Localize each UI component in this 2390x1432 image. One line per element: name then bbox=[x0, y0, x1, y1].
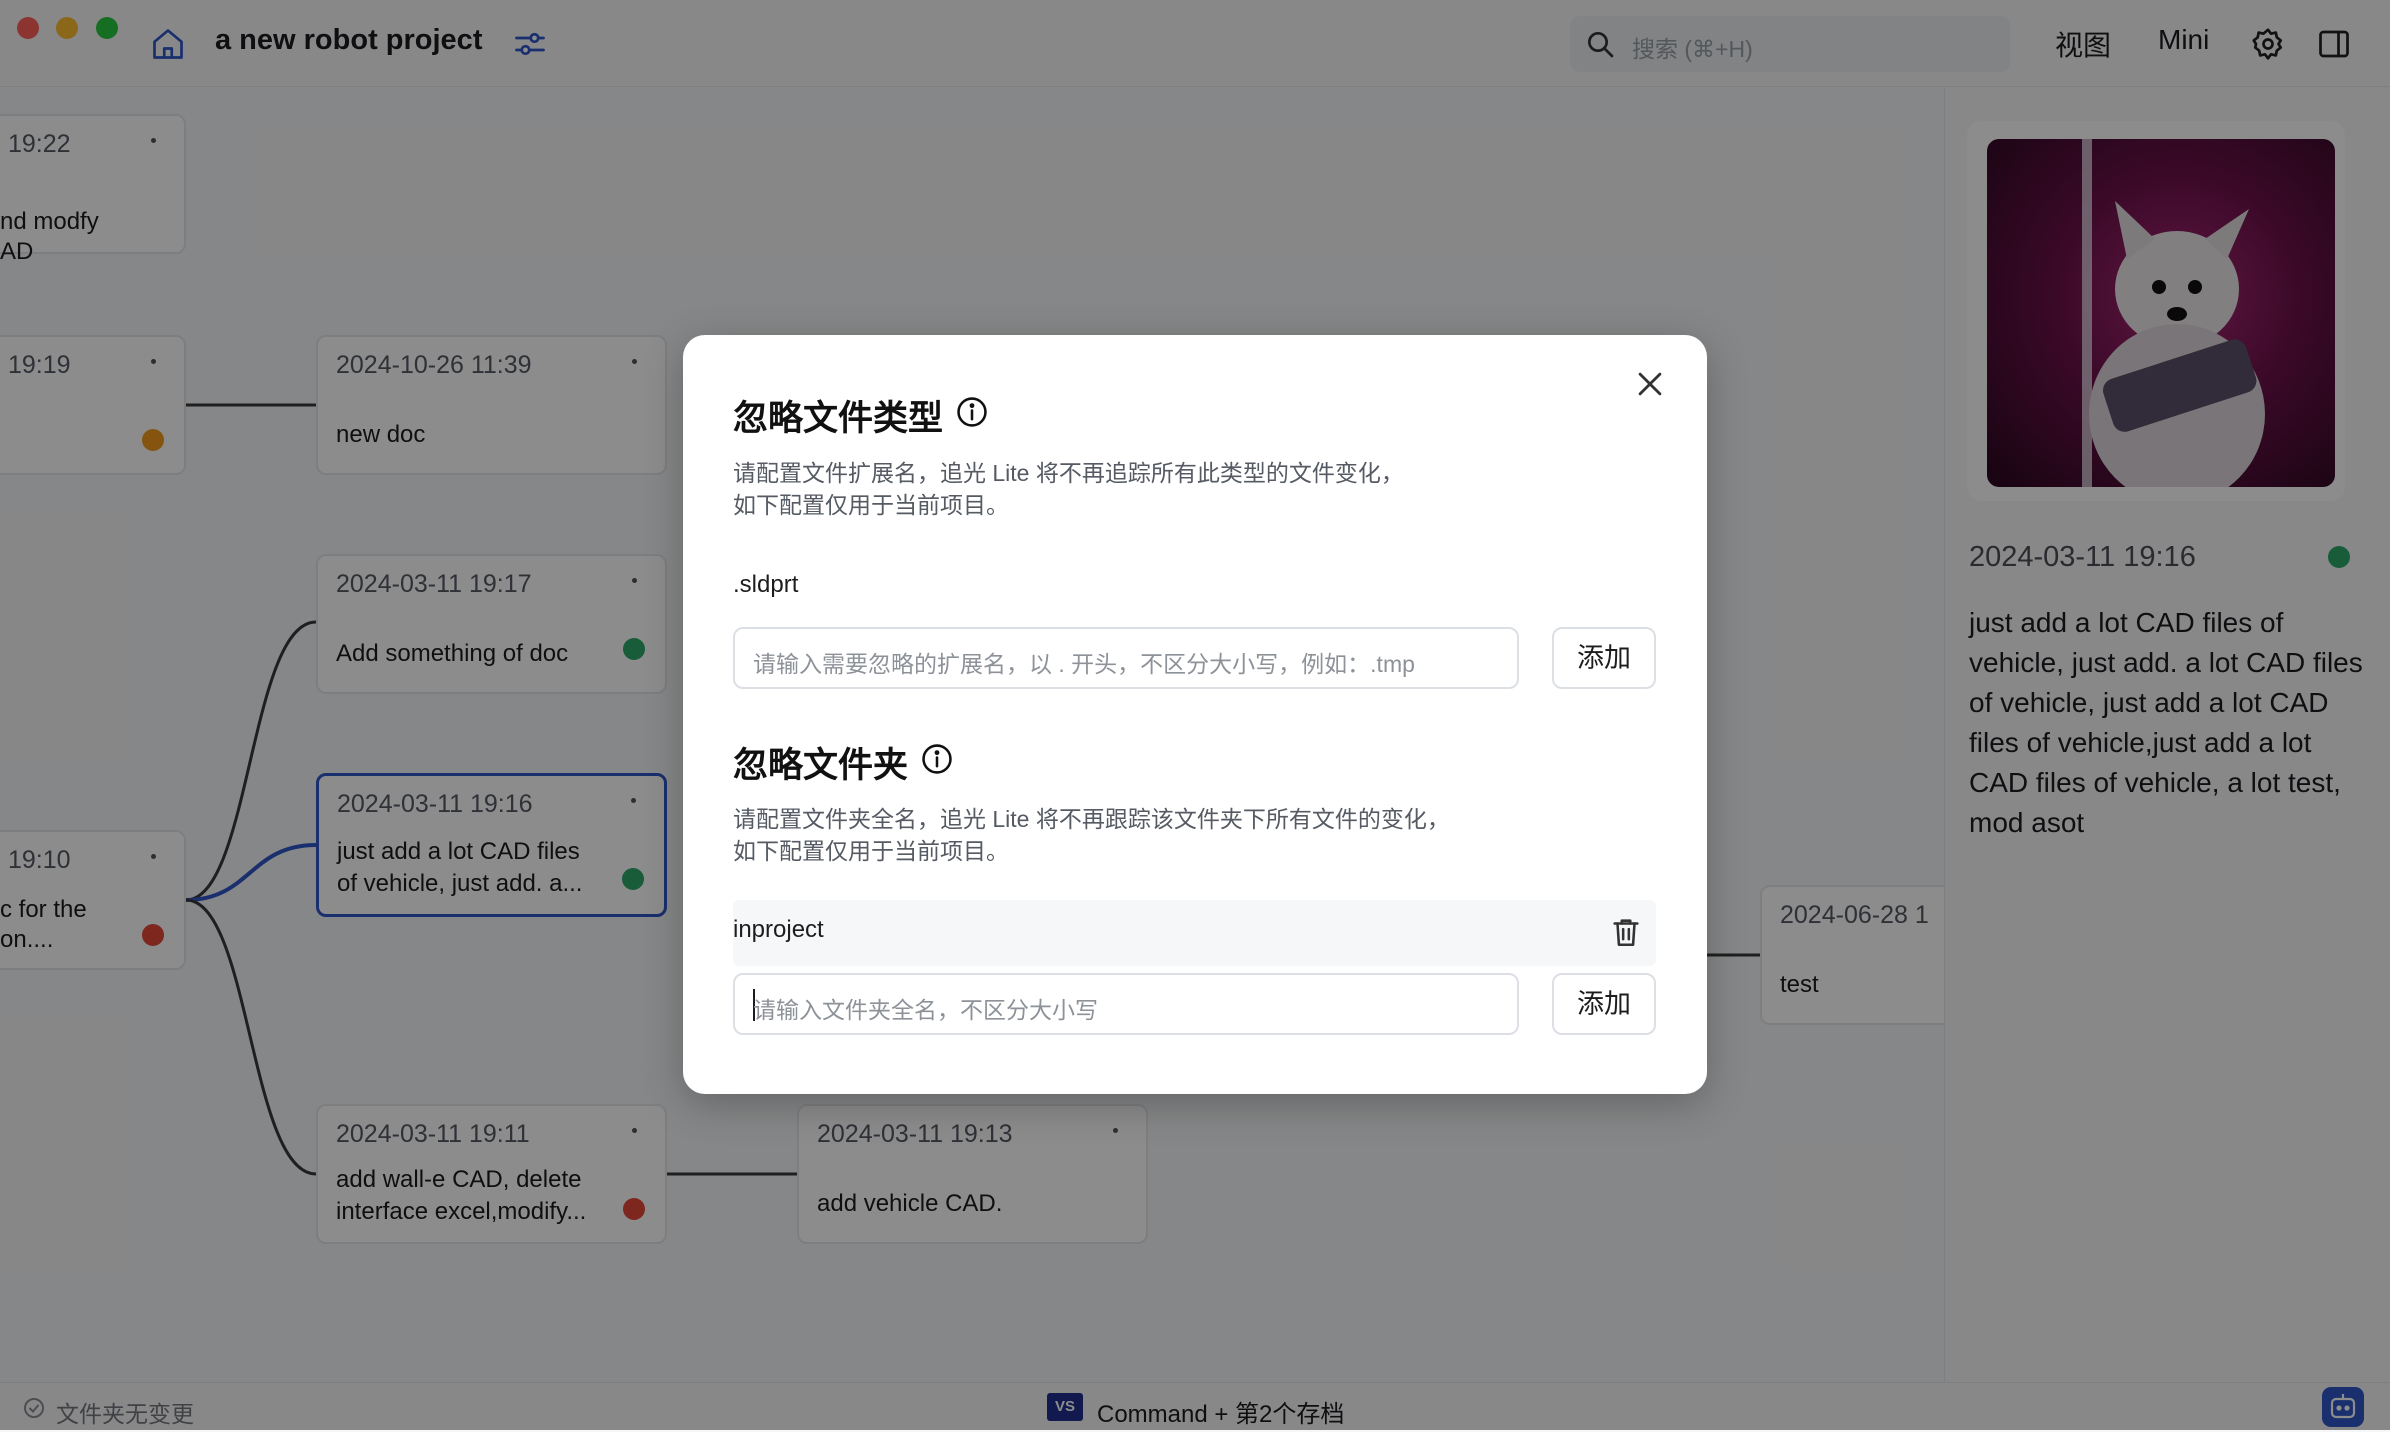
filetype-input-placeholder: 请输入需要忽略的扩展名，以 . 开头，不区分大小写，例如：.tmp bbox=[753, 651, 1415, 677]
filetype-input[interactable]: 请输入需要忽略的扩展名，以 . 开头，不区分大小写，例如：.tmp bbox=[733, 627, 1519, 689]
filetype-section-title: 忽略文件类型 bbox=[733, 399, 944, 438]
folder-input-placeholder: 请输入文件夹全名，不区分大小写 bbox=[753, 997, 1098, 1023]
info-icon[interactable] bbox=[955, 395, 989, 429]
close-icon[interactable] bbox=[1633, 367, 1667, 401]
ignored-folder-row: inproject bbox=[733, 900, 1656, 966]
folder-description-line2: 如下配置仅用于当前项目。 bbox=[733, 838, 1009, 864]
folder-section-title: 忽略文件夹 bbox=[733, 746, 909, 785]
trash-icon[interactable] bbox=[1609, 915, 1643, 949]
ignore-settings-dialog: 忽略文件类型 请配置文件扩展名，追光 Lite 将不再追踪所有此类型的文件变化，… bbox=[683, 335, 1707, 1094]
filetype-description: 请配置文件扩展名，追光 Lite 将不再追踪所有此类型的文件变化， bbox=[733, 460, 1404, 486]
ignored-folder-name: inproject bbox=[733, 916, 824, 943]
info-icon[interactable] bbox=[920, 742, 954, 776]
add-filetype-button[interactable]: 添加 bbox=[1552, 627, 1656, 689]
folder-input[interactable]: 请输入文件夹全名，不区分大小写 bbox=[733, 973, 1519, 1035]
ignored-filetype-item: .sldprt bbox=[733, 571, 799, 598]
folder-description: 请配置文件夹全名，追光 Lite 将不再跟踪该文件夹下所有文件的变化， bbox=[733, 806, 1450, 832]
add-folder-button[interactable]: 添加 bbox=[1552, 973, 1656, 1035]
filetype-description-line2: 如下配置仅用于当前项目。 bbox=[733, 492, 1009, 518]
